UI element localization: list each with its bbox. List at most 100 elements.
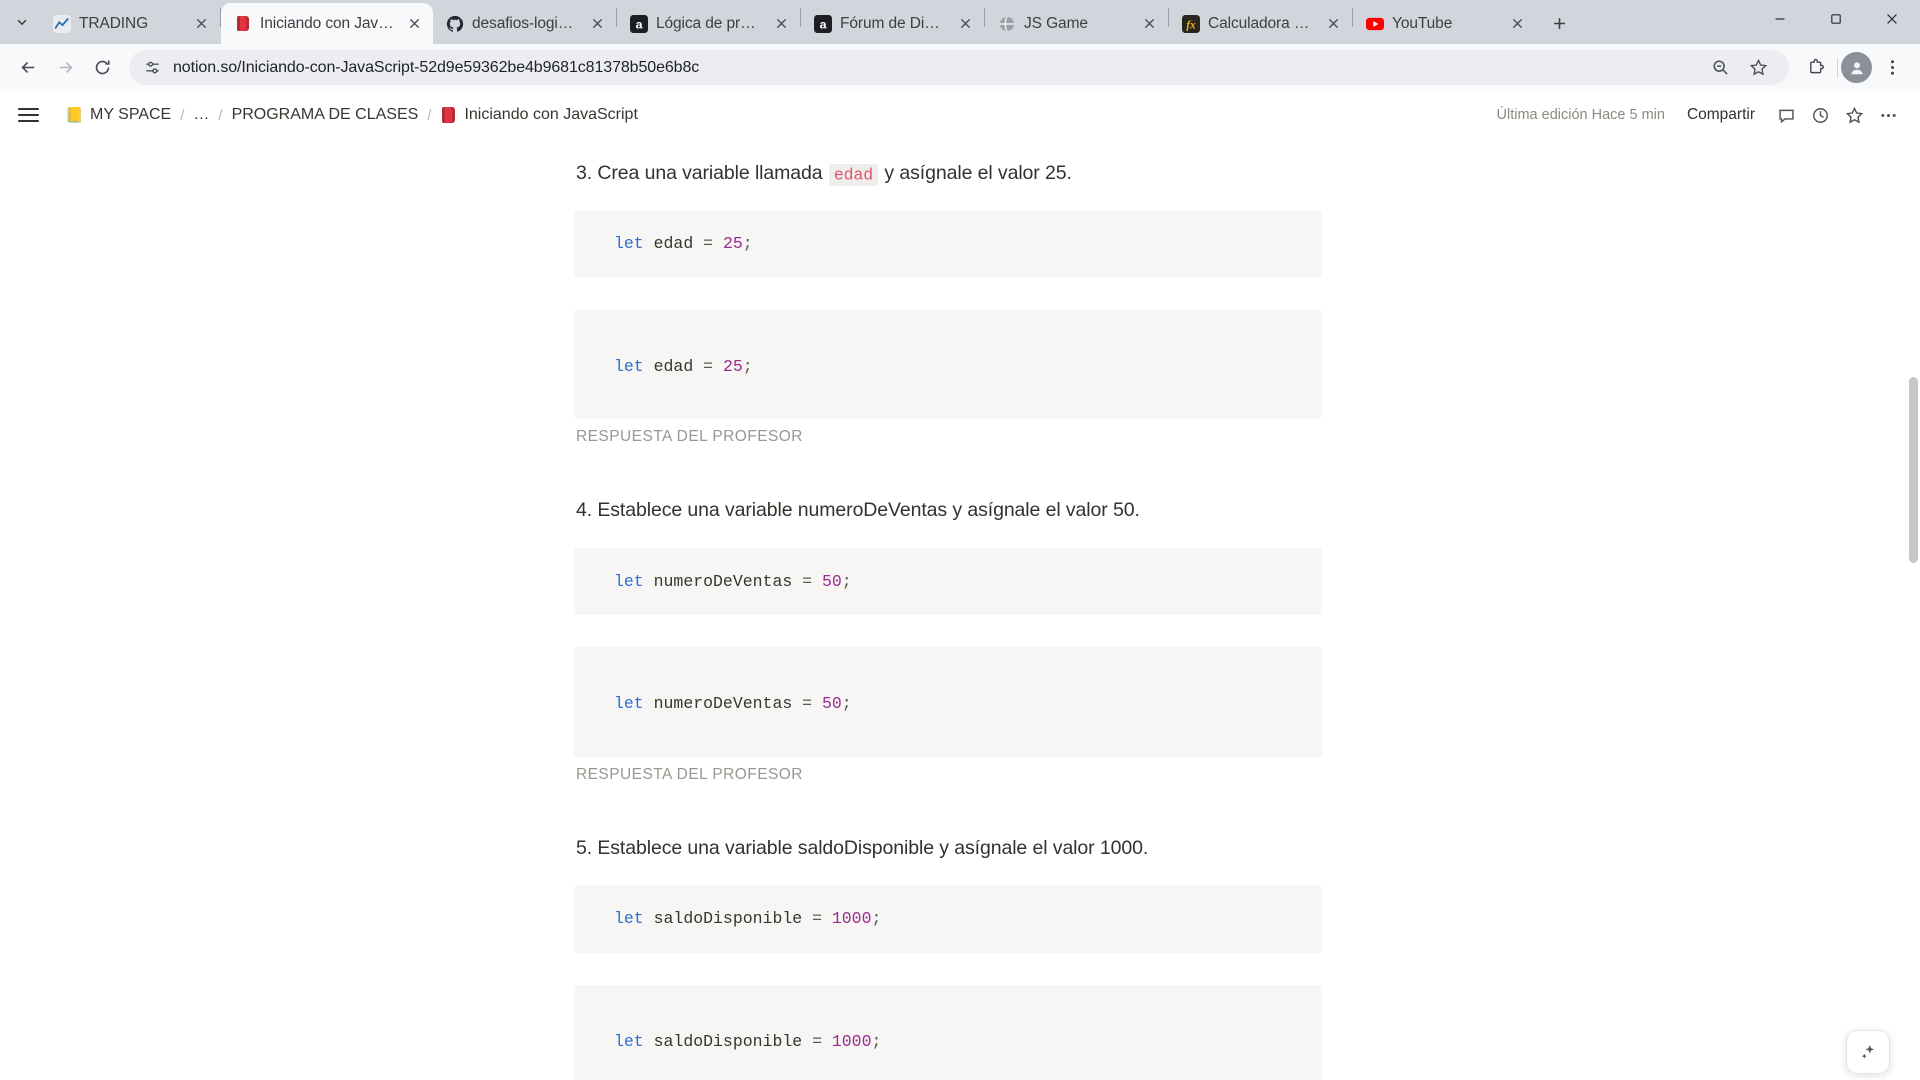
code-line: let numeroDeVentas = 50; xyxy=(574,569,1322,595)
forward-button[interactable] xyxy=(48,51,82,85)
bookmark-star-icon[interactable] xyxy=(1741,54,1775,82)
code-block-exercise-5-user[interactable]: let saldoDisponible = 1000; xyxy=(574,885,1322,953)
hamburger-icon[interactable] xyxy=(18,101,46,129)
close-icon[interactable] xyxy=(770,13,792,35)
github-icon xyxy=(446,15,464,33)
code-semicolon: ; xyxy=(742,234,753,254)
browser-tab-youtube[interactable]: YouTube xyxy=(1353,3,1536,44)
exercise-3-question: 3. Crea una variable llamada edad y asíg… xyxy=(574,155,1322,192)
close-icon[interactable] xyxy=(586,13,608,35)
breadcrumb-item-current-page[interactable]: Iniciando con JavaScript xyxy=(434,103,643,127)
code-line: let edad = 25; xyxy=(574,231,1322,257)
svg-text:fx: fx xyxy=(1186,19,1196,31)
code-block-exercise-3-professor[interactable]: let edad = 25; xyxy=(574,309,1322,420)
chevron-down-icon[interactable] xyxy=(9,9,35,35)
browser-tab-strip: TRADING Iniciando con JavaScript desafio… xyxy=(0,0,1920,44)
close-icon[interactable] xyxy=(1322,13,1344,35)
code-number: 50 xyxy=(821,694,842,714)
globe-icon xyxy=(998,15,1016,33)
code-semicolon: ; xyxy=(841,694,852,714)
code-identifier: numeroDeVentas xyxy=(653,694,793,714)
window-controls xyxy=(1752,0,1920,44)
code-block-exercise-3-user[interactable]: let edad = 25; xyxy=(574,210,1322,278)
share-button[interactable]: Compartir xyxy=(1678,101,1764,129)
extensions-icon[interactable] xyxy=(1799,51,1833,85)
alura-icon: a xyxy=(630,14,648,33)
browser-tab-desafios-logica[interactable]: desafios-logica-programa xyxy=(433,3,616,44)
tab-title: JS Game xyxy=(1024,14,1088,32)
code-keyword: let xyxy=(614,234,644,254)
code-identifier: numeroDeVentas xyxy=(653,571,793,591)
code-semicolon: ; xyxy=(841,571,852,591)
close-window-button[interactable] xyxy=(1864,0,1920,37)
new-tab-button[interactable] xyxy=(1542,6,1576,40)
more-options-icon[interactable] xyxy=(1873,100,1904,131)
back-button[interactable] xyxy=(11,51,45,85)
alura-icon: a xyxy=(814,14,832,33)
breadcrumb-label: … xyxy=(193,106,210,123)
code-number: 1000 xyxy=(831,909,872,928)
exercise-4-question: 4. Establece una variable numeroDeVentas… xyxy=(576,499,1140,522)
scrollbar-thumb[interactable] xyxy=(1909,377,1918,563)
exercise-number: 3. xyxy=(576,162,593,184)
profile-avatar[interactable] xyxy=(1841,52,1872,83)
question-text-after: y asígnale el valor 25. xyxy=(884,162,1072,184)
code-identifier: saldoDisponible xyxy=(653,909,803,928)
breadcrumb-separator: / xyxy=(218,106,223,124)
reload-button[interactable] xyxy=(85,51,119,85)
site-settings-icon[interactable] xyxy=(143,58,162,77)
maximize-button[interactable] xyxy=(1808,0,1864,37)
tab-list: TRADING Iniciando con JavaScript desafio… xyxy=(40,0,1752,44)
browser-tab-calculadora-tamano[interactable]: fx Calculadora del tamaño d xyxy=(1169,3,1352,44)
clock-history-icon[interactable] xyxy=(1805,100,1836,131)
breadcrumb-item-my-space[interactable]: 📒 MY SPACE xyxy=(60,103,177,127)
close-icon[interactable] xyxy=(1138,13,1160,35)
breadcrumb-label: PROGRAMA DE CLASES xyxy=(231,106,419,123)
breadcrumb-label: Iniciando con JavaScript xyxy=(464,106,638,123)
breadcrumb-separator: / xyxy=(180,106,185,124)
minimize-button[interactable] xyxy=(1752,0,1808,37)
code-operator: = xyxy=(703,234,714,254)
ai-assistant-button[interactable] xyxy=(1846,1030,1890,1074)
code-line: let saldoDisponible = 1000; xyxy=(574,1029,1322,1055)
sticky-note-icon: 📒 xyxy=(65,106,84,124)
comment-icon[interactable] xyxy=(1771,100,1802,131)
zoom-icon[interactable] xyxy=(1703,54,1737,82)
code-block-exercise-4-user[interactable]: let numeroDeVentas = 50; xyxy=(574,547,1322,616)
breadcrumb: 📒 MY SPACE / … / PROGRAMA DE CLASES / In… xyxy=(60,103,644,127)
professor-answer-label: RESPUESTA DEL PROFESOR xyxy=(576,428,803,446)
code-operator: = xyxy=(802,571,813,591)
tab-title: Fórum de Discussões | Alu xyxy=(840,14,946,32)
code-keyword: let xyxy=(614,909,644,928)
breadcrumb-item-ellipsis[interactable]: … xyxy=(187,103,215,127)
address-bar[interactable]: notion.so/Iniciando-con-JavaScript-52d9e… xyxy=(129,50,1789,85)
three-dot-menu-icon[interactable] xyxy=(1875,51,1909,85)
code-block-exercise-5-professor[interactable]: let saldoDisponible = 1000; xyxy=(574,984,1322,1080)
omnibox-actions xyxy=(1703,54,1775,82)
close-icon[interactable] xyxy=(190,13,212,35)
code-line: let numeroDeVentas = 50; xyxy=(574,691,1322,717)
page-scroll-container[interactable]: 3. Crea una variable llamada edad y asíg… xyxy=(0,139,1920,1080)
code-number: 1000 xyxy=(831,1031,872,1051)
tab-title: TRADING xyxy=(79,14,149,32)
page-content-area: 3. Crea una variable llamada edad y asíg… xyxy=(0,139,1920,1080)
browser-tab-logica-de-programacion[interactable]: a Lógica de programación xyxy=(617,3,800,44)
close-icon[interactable] xyxy=(954,13,976,35)
page-scrollbar[interactable] xyxy=(1906,139,1920,1080)
browser-tab-forum-de-discussoes[interactable]: a Fórum de Discussões | Alu xyxy=(801,3,984,44)
code-block-exercise-4-professor[interactable]: let numeroDeVentas = 50; xyxy=(574,647,1322,757)
browser-tab-js-game[interactable]: JS Game xyxy=(985,3,1168,44)
svg-text:a: a xyxy=(636,17,643,31)
code-identifier: edad xyxy=(653,356,694,376)
code-operator: = xyxy=(812,909,822,928)
close-icon[interactable] xyxy=(1506,13,1528,35)
breadcrumb-item-programa-de-clases[interactable]: PROGRAMA DE CLASES xyxy=(226,103,425,127)
browser-tab-trading[interactable]: TRADING xyxy=(40,3,220,44)
code-keyword: let xyxy=(614,356,644,376)
tab-search-area xyxy=(4,0,40,44)
star-icon[interactable] xyxy=(1839,100,1870,131)
browser-tab-iniciando-con-javascript[interactable]: Iniciando con JavaScript xyxy=(221,3,433,44)
code-line: let saldoDisponible = 1000; xyxy=(574,906,1322,932)
code-identifier: edad xyxy=(653,234,694,254)
close-icon[interactable] xyxy=(403,13,425,35)
